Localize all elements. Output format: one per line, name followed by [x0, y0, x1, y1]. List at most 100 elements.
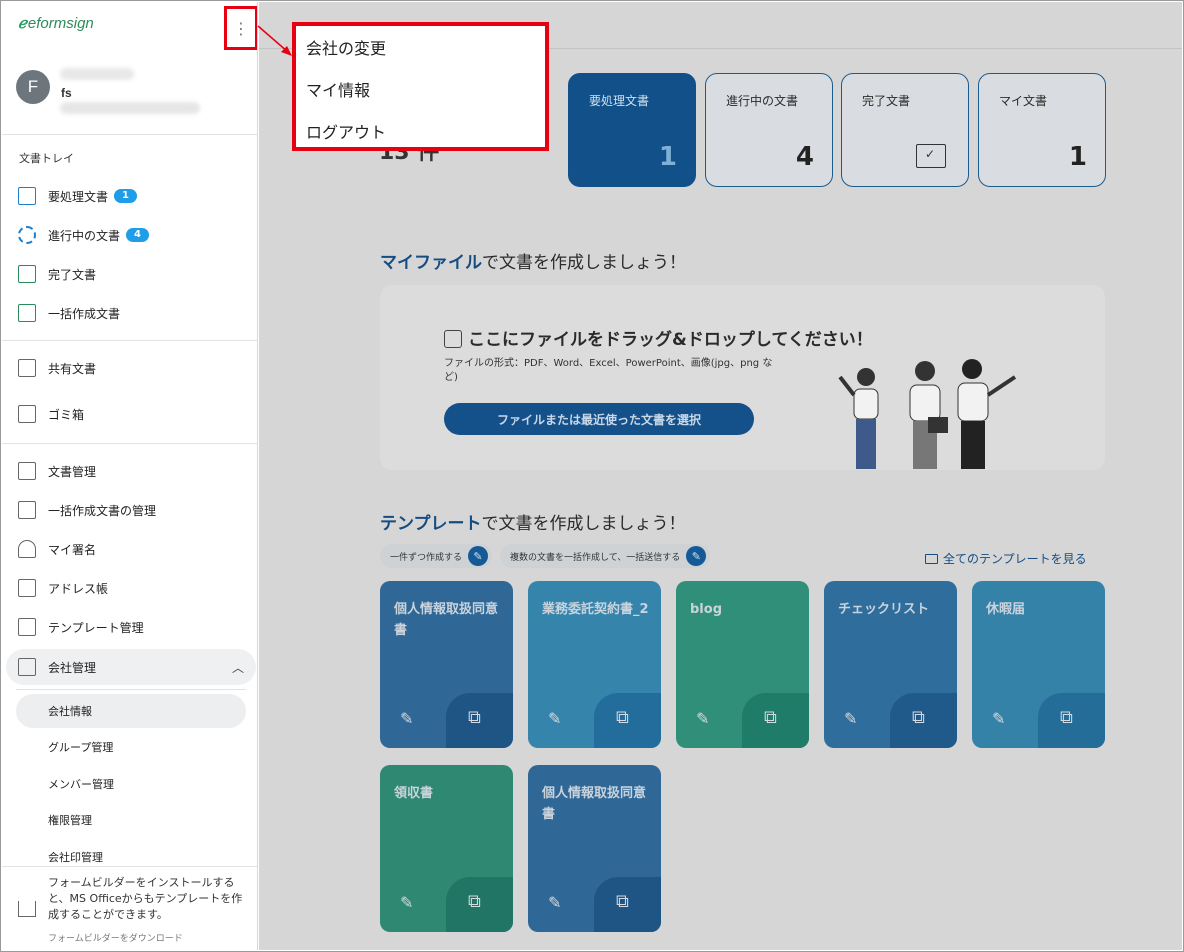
progress-circle-icon: [18, 226, 36, 244]
template-name: 領収書: [394, 786, 434, 801]
sidebar-item-label: 一括作成文書: [48, 306, 121, 321]
menu-item-logout[interactable]: ログアウト: [306, 119, 386, 143]
template-card[interactable]: 領収書 ✎ ⧉: [380, 765, 513, 932]
sidebar-item-action-required[interactable]: 要処理文書 1: [2, 181, 257, 211]
card-completed[interactable]: 完了文書: [841, 73, 969, 187]
shared-folder-icon: [18, 359, 36, 377]
documents-gear-icon: [18, 501, 36, 519]
tab-single-create[interactable]: 一件ずつ作成する ✎: [380, 544, 493, 568]
sidebar-item-in-progress[interactable]: 進行中の文書 4: [2, 220, 257, 250]
sidebar-item-trash[interactable]: ゴミ箱: [2, 399, 257, 429]
sidebar-item-shared[interactable]: 共有文書: [2, 353, 257, 383]
copy-edit-icon[interactable]: ⧉: [616, 707, 629, 728]
user-profile[interactable]: F fs: [16, 68, 252, 124]
sidebar-item-label: 進行中の文書: [48, 228, 121, 243]
folder-gear-icon: [18, 462, 36, 480]
sidebar-item-company-management[interactable]: 会社管理 ︿: [6, 649, 256, 685]
copy-edit-icon[interactable]: ⧉: [616, 891, 629, 912]
user-name: fs: [61, 86, 72, 100]
download-form-builder-link[interactable]: フォームビルダーをダウンロード: [48, 931, 183, 944]
card-action-required[interactable]: 要処理文書 1: [568, 73, 696, 187]
drag-file-icon: [444, 330, 462, 348]
card-label: 完了文書: [862, 94, 911, 108]
menu-item-change-company[interactable]: 会社の変更: [306, 35, 386, 59]
sidebar-subitem-member-management[interactable]: メンバー管理: [2, 769, 257, 799]
sidebar-subitem-permission-management[interactable]: 権限管理: [2, 805, 257, 835]
menu-item-my-info[interactable]: マイ情報: [306, 77, 370, 101]
template-mode-tabs: 一件ずつ作成する ✎ 複数の文書を一括作成して、一括送信する ✎: [380, 544, 711, 568]
template-card[interactable]: 個人情報取扱同意書 ✎ ⧉: [528, 765, 661, 932]
sidebar-item-document-management[interactable]: 文書管理: [2, 456, 257, 486]
sidebar-item-template-management[interactable]: テンプレート管理: [2, 612, 257, 642]
sidebar-item-my-signature[interactable]: マイ署名: [2, 534, 257, 564]
card-in-progress[interactable]: 進行中の文書 4: [705, 73, 833, 187]
trash-icon: [18, 405, 36, 423]
copy-edit-icon[interactable]: ⧉: [912, 707, 925, 728]
copy-edit-icon[interactable]: ⧉: [764, 707, 777, 728]
template-card[interactable]: blog ✎ ⧉: [676, 581, 809, 748]
sidebar-item-label: アドレス帳: [48, 581, 109, 596]
form-builder-promo: フォームビルダーをインストールすると、MS Officeからもテンプレートを作成…: [2, 866, 257, 950]
template-name: blog: [690, 602, 722, 617]
template-name: チェックリスト: [838, 602, 930, 617]
drop-title-text: ここにファイルをドラッグ&ドロップしてください！: [468, 330, 873, 350]
more-options-button[interactable]: ⋮: [224, 6, 257, 50]
section-label-tray: 文書トレイ: [19, 152, 74, 165]
template-heading: テンプレートで文書を作成しましょう！: [380, 509, 686, 534]
heading-highlight: テンプレート: [380, 514, 482, 534]
copy-edit-icon[interactable]: ⧉: [468, 707, 481, 728]
folder-check-icon: [18, 265, 36, 283]
card-value: 1: [1068, 142, 1087, 172]
edit-icon[interactable]: ✎: [548, 709, 561, 728]
divider: [16, 689, 246, 690]
sidebar-item-label: 文書管理: [48, 464, 97, 479]
account-dropdown-menu: 会社の変更 マイ情報 ログアウト: [292, 22, 549, 151]
edit-icon[interactable]: ✎: [548, 893, 561, 912]
sidebar-item-label: 共有文書: [48, 361, 97, 376]
avatar: F: [16, 70, 50, 104]
bulk-document-icon: [18, 304, 36, 322]
logo-mark-icon: ℯ: [18, 15, 27, 32]
kebab-icon: ⋮: [233, 18, 249, 38]
sidebar-item-label: ゴミ箱: [48, 407, 85, 422]
file-drop-zone[interactable]: ここにファイルをドラッグ&ドロップしてください！ ファイルの形式：PDF、Wor…: [380, 285, 1105, 470]
chevron-up-icon[interactable]: ︿: [232, 659, 244, 676]
template-card[interactable]: 個人情報取扱同意書 ✎ ⧉: [380, 581, 513, 748]
template-card[interactable]: 業務委託契約書_2 ✎ ⧉: [528, 581, 661, 748]
see-all-templates-link[interactable]: 全てのテンプレートを見る: [925, 550, 1087, 567]
card-value: 4: [795, 142, 814, 172]
select-file-button[interactable]: ファイルまたは最近使った文書を選択: [444, 403, 754, 435]
edit-icon[interactable]: ✎: [696, 709, 709, 728]
sidebar-subitem-group-management[interactable]: グループ管理: [2, 732, 257, 762]
folder-icon: [925, 554, 938, 564]
copy-edit-icon[interactable]: ⧉: [1060, 707, 1073, 728]
sidebar-item-completed[interactable]: 完了文書: [2, 259, 257, 289]
sidebar-item-bulk-management[interactable]: 一括作成文書の管理: [2, 495, 257, 525]
sidebar-item-bulk-documents[interactable]: 一括作成文書: [2, 298, 257, 328]
edit-icon[interactable]: ✎: [992, 709, 1005, 728]
tab-bulk-create[interactable]: 複数の文書を一括作成して、一括送信する ✎: [500, 544, 711, 568]
divider: [2, 443, 257, 444]
tab-label: 一件ずつ作成する: [390, 552, 463, 563]
sidebar-item-address-book[interactable]: アドレス帳: [2, 573, 257, 603]
edit-icon[interactable]: ✎: [400, 709, 413, 728]
sidebar-subitem-company-info[interactable]: 会社情報: [16, 694, 246, 728]
copy-edit-icon[interactable]: ⧉: [468, 891, 481, 912]
count-badge: 1: [114, 189, 137, 203]
sidebar-item-label: 完了文書: [48, 267, 97, 282]
address-book-icon: [18, 579, 36, 597]
tab-label: 複数の文書を一括作成して、一括送信する: [510, 552, 681, 563]
template-card[interactable]: チェックリスト ✎ ⧉: [824, 581, 957, 748]
edit-icon[interactable]: ✎: [844, 709, 857, 728]
pencil-icon: ✎: [686, 546, 707, 566]
edit-document-icon: [18, 187, 36, 205]
link-label: 全てのテンプレートを見る: [943, 552, 1087, 566]
people-illustration: [838, 359, 1017, 469]
app-logo[interactable]: ℯeformsign: [18, 14, 94, 32]
card-my-documents[interactable]: マイ文書 1: [978, 73, 1106, 187]
template-card[interactable]: 休暇届 ✎ ⧉: [972, 581, 1105, 748]
user-signature-icon: [18, 540, 36, 558]
template-name: 個人情報取扱同意書: [394, 602, 499, 638]
card-label: マイ文書: [999, 94, 1048, 108]
edit-icon[interactable]: ✎: [400, 893, 413, 912]
